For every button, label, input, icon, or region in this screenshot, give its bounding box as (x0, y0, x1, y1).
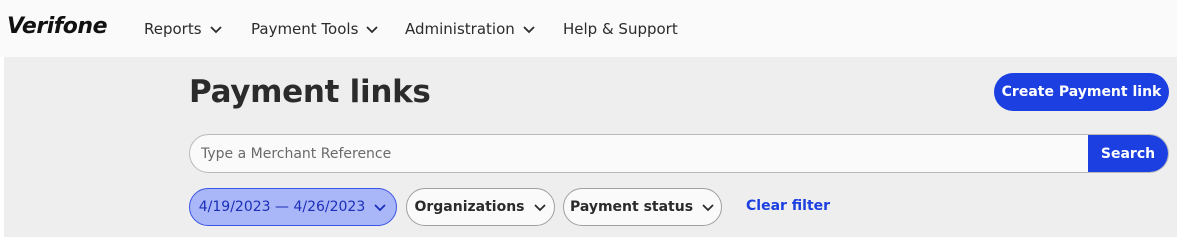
merchant-reference-search-input[interactable] (190, 135, 1088, 172)
organizations-filter[interactable]: Organizations (406, 188, 555, 226)
nav-item-label: Reports (144, 20, 202, 38)
nav-item-payment-tools[interactable]: Payment Tools (251, 18, 379, 40)
chevron-down-icon (523, 26, 535, 34)
chevron-down-icon (702, 204, 714, 212)
chevron-down-icon (209, 26, 222, 34)
nav-item-label: Administration (405, 20, 515, 38)
date-range-label: 4/19/2023 — 4/26/2023 (198, 199, 366, 215)
chevron-down-icon (533, 204, 546, 212)
nav-item-label: Payment Tools (251, 20, 359, 38)
organizations-label: Organizations (414, 199, 525, 215)
search-bar: Search (189, 134, 1169, 173)
payment-status-filter[interactable]: Payment status (563, 188, 722, 226)
top-navigation-bar: Verifone Reports Payment Tools Administr… (0, 0, 1177, 57)
date-range-filter[interactable]: 4/19/2023 — 4/26/2023 (189, 188, 397, 226)
nav-item-administration[interactable]: Administration (405, 18, 536, 40)
verifone-logo[interactable]: Verifone (7, 14, 108, 39)
payment-status-label: Payment status (569, 199, 694, 215)
chevron-down-icon (374, 204, 386, 212)
create-payment-link-button[interactable]: Create Payment link (994, 73, 1169, 111)
clear-filter-link[interactable]: Clear filter (746, 198, 830, 214)
nav-item-reports[interactable]: Reports (144, 18, 223, 40)
page-title: Payment links (189, 74, 431, 110)
nav-item-help-support[interactable]: Help & Support (563, 18, 678, 40)
chevron-down-icon (366, 26, 379, 34)
nav-item-label: Help & Support (563, 20, 678, 38)
search-button[interactable]: Search (1088, 135, 1168, 172)
